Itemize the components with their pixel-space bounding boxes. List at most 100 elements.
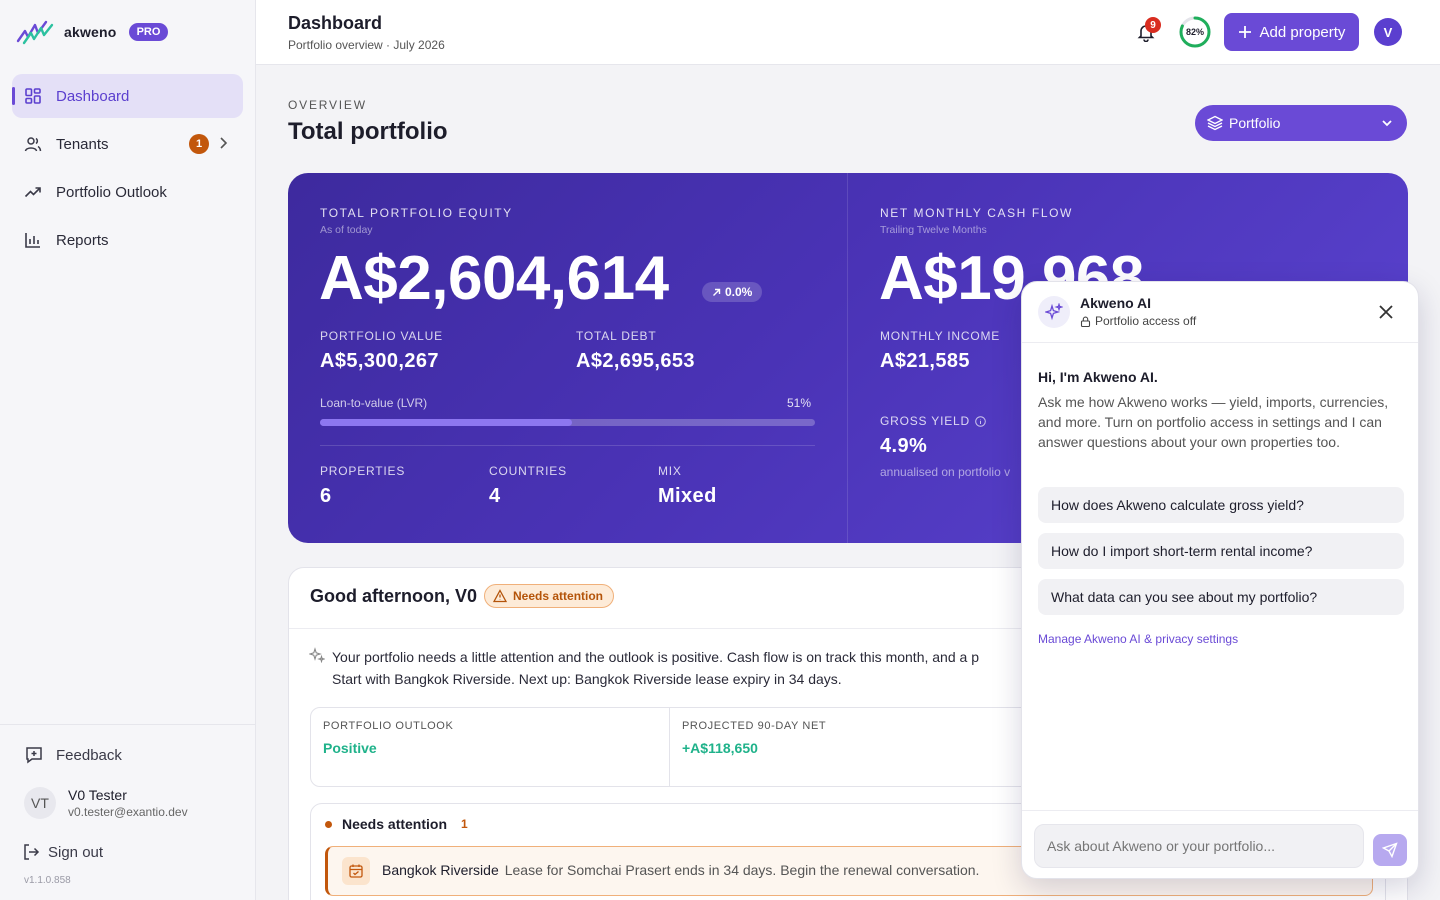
sidebar-item-dashboard[interactable]: Dashboard (12, 74, 243, 118)
ai-privacy-settings-link[interactable]: Manage Akweno AI & privacy settings (1038, 632, 1238, 646)
gross-yield-note: annualised on portfolio v (880, 465, 1011, 479)
mix-label: MIX (658, 464, 682, 478)
gross-yield-label-row: GROSS YIELD (880, 414, 986, 428)
pro-badge: PRO (128, 23, 169, 41)
sidebar-item-label: Tenants (56, 135, 109, 153)
feedback-label: Feedback (56, 746, 122, 764)
app-version: v1.1.0.858 (24, 875, 71, 886)
sidebar-item-label: Dashboard (56, 87, 130, 105)
notification-count-badge: 9 (1145, 17, 1161, 33)
suggestion-button[interactable]: How does Akweno calculate gross yield? (1038, 487, 1404, 523)
user-email: v0.tester@exantio.dev (68, 805, 188, 819)
signout-icon (24, 844, 40, 860)
suggestion-button[interactable]: What data can you see about my portfolio… (1038, 579, 1404, 615)
feedback-button[interactable]: Feedback (24, 745, 122, 765)
add-property-button[interactable]: Add property (1224, 13, 1359, 51)
equity-value: A$2,604,614 (319, 244, 669, 313)
status-badge: Needs attention (484, 584, 615, 608)
chevron-right-icon[interactable] (215, 135, 231, 151)
grid-icon (25, 88, 41, 104)
send-icon (1382, 842, 1398, 858)
greeting-title: Good afternoon, V0 (310, 586, 478, 606)
needs-attention-header: Needs attention 1 (325, 816, 468, 832)
overview-eyebrow: OVERVIEW (288, 98, 367, 112)
ai-chat-panel: Akweno AI Portfolio access off Hi, I'm A… (1021, 281, 1419, 879)
equity-sublabel: As of today (320, 224, 373, 236)
plus-icon (1238, 26, 1251, 38)
total-debt-value: A$2,695,653 (576, 350, 695, 372)
cash-flow-label: NET MONTHLY CASH FLOW (880, 206, 1073, 220)
akweno-logo-icon (16, 20, 54, 45)
portfolio-selector-label: Portfolio (1229, 115, 1281, 131)
user-profile[interactable]: VT V0 Tester v0.tester@exantio.dev (24, 787, 188, 819)
gross-yield-value: 4.9% (880, 435, 928, 457)
arrow-up-right-icon (713, 288, 721, 296)
countries-label: COUNTRIES (489, 464, 567, 478)
equity-change-badge: 0.0% (702, 282, 763, 302)
sparkle-icon (309, 647, 325, 663)
close-icon[interactable] (1377, 303, 1395, 321)
warning-icon (493, 589, 507, 603)
status-badge-label: Needs attention (513, 589, 604, 603)
account-avatar[interactable]: V (1374, 18, 1402, 46)
bar-chart-icon (25, 233, 40, 248)
top-bar: Dashboard Portfolio overview · July 2026… (256, 0, 1440, 65)
chat-input[interactable] (1034, 824, 1364, 868)
metric-portfolio-outlook: PORTFOLIO OUTLOOK Positive (311, 708, 669, 786)
sidebar-footer: Feedback VT V0 Tester v0.tester@exantio.… (0, 724, 256, 886)
lock-icon (1080, 316, 1091, 327)
chat-access-status: Portfolio access off (1080, 314, 1196, 328)
metric-label: PROJECTED 90-DAY NET (682, 720, 827, 732)
equity-label: TOTAL PORTFOLIO EQUITY (320, 206, 513, 220)
metric-value: +A$118,650 (682, 740, 758, 756)
lvr-label: Loan-to-value (LVR) (320, 396, 428, 410)
feedback-icon (26, 747, 42, 764)
sidebar-nav: Dashboard Tenants 1 Portfolio Outlook Re… (12, 74, 243, 266)
properties-value: 6 (320, 485, 332, 507)
attention-item-property[interactable]: Bangkok Riverside (382, 862, 499, 878)
cash-flow-sublabel: Trailing Twelve Months (880, 224, 987, 236)
portfolio-selector[interactable]: Portfolio (1195, 105, 1407, 141)
metric-projected-net: PROJECTED 90-DAY NET +A$118,650 (670, 708, 1040, 786)
attention-dot (325, 820, 332, 828)
suggestion-button[interactable]: How do I import short-term rental income… (1038, 533, 1404, 569)
sidebar: akweno PRO Dashboard Tenants 1 Portfolio… (0, 0, 256, 900)
chat-title: Akweno AI (1080, 295, 1152, 311)
info-icon[interactable] (975, 415, 986, 427)
ai-sparkle-icon (1038, 296, 1070, 328)
trend-icon (24, 187, 41, 198)
portfolio-value-label: PORTFOLIO VALUE (320, 329, 443, 343)
chat-access-label: Portfolio access off (1095, 314, 1197, 328)
send-button[interactable] (1373, 834, 1407, 866)
equity-change: 0.0% (725, 285, 753, 299)
hero-separator (320, 445, 815, 446)
metric-value: Positive (323, 740, 377, 756)
tenants-count-badge: 1 (189, 134, 209, 154)
needs-attention-count: 1 (461, 817, 468, 831)
portfolio-summary-text: Your portfolio needs a little attention … (332, 646, 1112, 690)
users-icon (24, 137, 42, 152)
portfolio-value: A$5,300,267 (320, 350, 439, 372)
sidebar-item-label: Reports (56, 231, 109, 249)
sidebar-item-label: Portfolio Outlook (56, 183, 167, 201)
brand[interactable]: akweno PRO (16, 19, 169, 45)
section-title: Total portfolio (288, 118, 448, 145)
outlook-metrics: PORTFOLIO OUTLOOK Positive PROJECTED 90-… (310, 707, 1040, 787)
signout-button[interactable]: Sign out (22, 843, 103, 861)
summary-line: Start with Bangkok Riverside. Next up: B… (332, 671, 842, 687)
sidebar-item-tenants[interactable]: Tenants 1 (12, 122, 243, 166)
metric-label: PORTFOLIO OUTLOOK (323, 720, 454, 732)
total-debt-label: TOTAL DEBT (576, 329, 657, 343)
sidebar-item-portfolio-outlook[interactable]: Portfolio Outlook (12, 170, 243, 214)
gross-yield-label: GROSS YIELD (880, 414, 970, 428)
monthly-income-value: A$21,585 (880, 350, 970, 372)
properties-label: PROPERTIES (320, 464, 406, 478)
brand-name: akweno (64, 24, 117, 40)
chat-composer (1022, 810, 1418, 878)
lvr-percent: 51% (787, 396, 812, 410)
sidebar-item-reports[interactable]: Reports (12, 218, 243, 262)
avatar: VT (24, 787, 56, 819)
chat-intro: Ask me how Akweno works — yield, imports… (1038, 394, 1389, 450)
signout-label: Sign out (48, 843, 104, 861)
summary-line: Your portfolio needs a little attention … (332, 649, 979, 665)
